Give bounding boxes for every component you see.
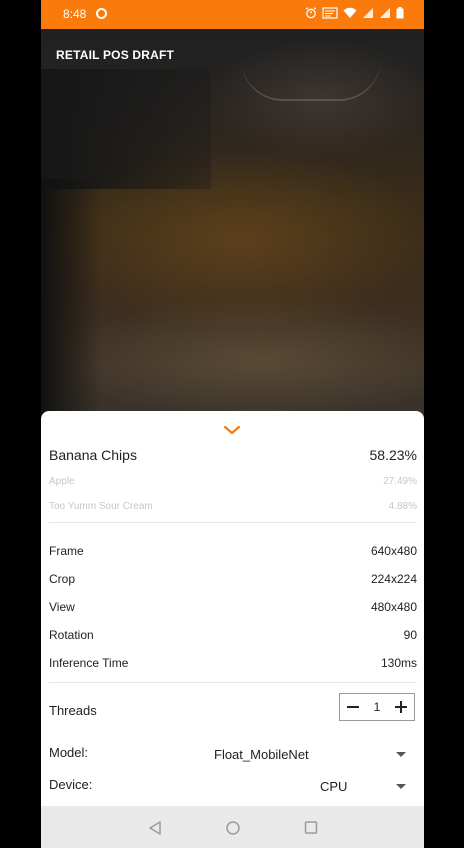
plus-icon[interactable]	[394, 700, 408, 714]
camera-preview	[41, 29, 424, 429]
result-row-1: Banana Chips 58.23%	[49, 447, 417, 463]
result-score: 58.23%	[369, 447, 417, 463]
info-label: Rotation	[49, 628, 94, 642]
home-icon[interactable]	[225, 820, 241, 836]
chevron-down-icon[interactable]	[222, 424, 242, 436]
threads-value: 1	[373, 700, 381, 714]
device-dropdown[interactable]: CPU	[196, 776, 406, 798]
model-dropdown[interactable]: Float_MobileNet	[196, 744, 406, 766]
result-row-3: Too Yumm Sour Cream 4.88%	[49, 501, 417, 512]
back-icon[interactable]	[148, 820, 162, 836]
info-row-crop: Crop 224x224	[49, 572, 417, 586]
result-label: Too Yumm Sour Cream	[49, 501, 153, 512]
info-value: 640x480	[370, 544, 417, 558]
device-label: Device:	[49, 777, 93, 792]
result-row-2: Apple 27.49%	[49, 476, 417, 487]
info-label: Crop	[49, 572, 76, 586]
divider	[49, 522, 417, 523]
navigation-bar	[41, 806, 424, 848]
alarm-icon	[305, 7, 317, 19]
dropdown-arrow-icon	[396, 752, 406, 757]
signal-icon-2	[380, 8, 390, 18]
status-time: 8:48	[63, 7, 87, 21]
status-icons	[305, 7, 404, 19]
threads-stepper[interactable]: 1	[339, 693, 415, 721]
result-label: Apple	[49, 476, 75, 487]
model-value: Float_MobileNet	[214, 747, 309, 762]
result-score: 4.88%	[388, 501, 417, 512]
battery-icon	[396, 7, 404, 19]
minus-icon[interactable]	[346, 700, 360, 714]
divider	[49, 682, 417, 683]
result-label: Banana Chips	[49, 447, 137, 463]
info-row-rotation: Rotation 90	[49, 628, 417, 642]
bottom-sheet: Banana Chips 58.23% Apple 27.49% Too Yum…	[41, 411, 424, 806]
device-value: CPU	[320, 779, 348, 794]
phone-screen: 8:48 RETAIL POS DRAFT Banana Chips 58.23…	[41, 0, 424, 848]
threads-label: Threads	[49, 703, 97, 718]
model-label: Model:	[49, 745, 89, 760]
wifi-icon	[343, 7, 357, 18]
dropdown-arrow-icon	[396, 784, 406, 789]
info-value: 90	[403, 628, 417, 642]
status-bar: 8:48	[41, 0, 424, 29]
info-value: 480x480	[370, 600, 417, 614]
info-row-frame: Frame 640x480	[49, 544, 417, 558]
info-value: 130ms	[380, 656, 417, 670]
cast-icon	[322, 7, 338, 19]
recents-icon[interactable]	[304, 820, 318, 836]
result-score: 27.49%	[383, 476, 417, 487]
signal-icon	[363, 8, 373, 18]
info-label: Frame	[49, 544, 84, 558]
info-row-inference-time: Inference Time 130ms	[49, 656, 417, 670]
info-value: 224x224	[370, 572, 417, 586]
info-label: View	[49, 600, 75, 614]
app-title: RETAIL POS DRAFT	[56, 48, 175, 62]
notification-dot-icon	[96, 8, 107, 19]
info-row-view: View 480x480	[49, 600, 417, 614]
info-label: Inference Time	[49, 656, 129, 670]
